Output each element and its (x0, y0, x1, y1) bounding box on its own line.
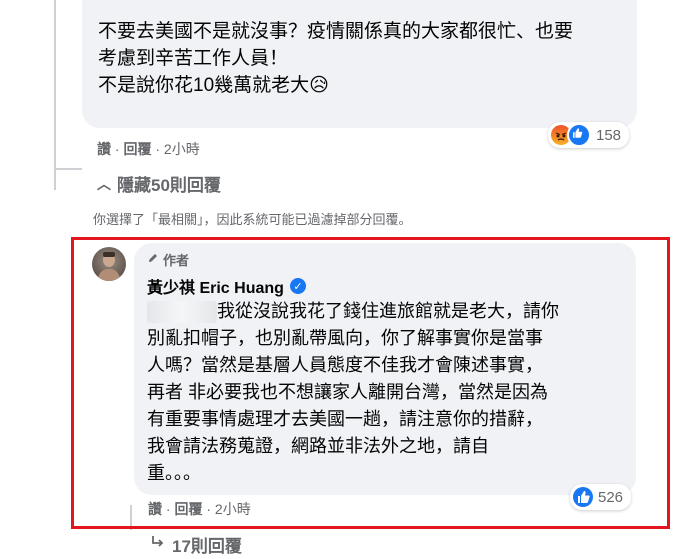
author-name-label: 黃少祺 Eric Huang (147, 280, 284, 297)
top-comment-text: 不是說你花10幾萬就老大 (98, 75, 310, 96)
thread-line-vertical (54, 0, 56, 190)
reply-text-line: 我會請法務蒐證，網路並非法外之地，請自 (147, 436, 489, 456)
reply-bubble: 作者 黃少祺 Eric Huang ✓ 我從沒說我花了錢住進旅館就是老大，請你 … (134, 243, 636, 495)
top-comment-text-line: 不要去美國不是就沒事？疫情關係真的大家都很忙、也要 (98, 21, 574, 42)
author-tag-label: 作者 (163, 253, 190, 268)
avatar[interactable] (92, 247, 126, 281)
pencil-icon (147, 252, 159, 267)
like-reaction-icon (567, 123, 591, 147)
author-name[interactable]: 黃少祺 Eric Huang ✓ (147, 274, 306, 298)
reply-text-line: 再者 非必要我也不想讓家人離開台灣，當然是因為 (147, 382, 548, 402)
top-comment-text-line: 不是說你花10幾萬就老大😥 (98, 72, 633, 99)
more-replies-label: 17則回覆 (172, 537, 242, 556)
timestamp[interactable]: 2小時 (215, 501, 251, 517)
redacted-mention (147, 301, 217, 324)
reply-text: 我從沒說我花了錢住進旅館就是老大，請你 (217, 301, 559, 321)
reaction-count: 158 (596, 126, 622, 144)
reply-actions: 讚 · 回覆 · 2小時 (148, 501, 251, 517)
like-reaction-icon (573, 487, 593, 507)
chevron-up-icon: ︿ (97, 175, 111, 192)
reply-text-line: 有重要事情處理才去美國一趟，請注意你的措辭， (147, 409, 543, 429)
reply-link[interactable]: 回覆 (174, 501, 202, 517)
top-comment-bubble: 不要去美國不是就沒事？疫情關係真的大家都很忙、也要 考慮到辛苦工作人員！ 不是說… (82, 0, 637, 128)
hide-replies-link[interactable]: ︿ 隱藏50則回覆 (97, 171, 221, 196)
reply-text-line: 別亂扣帽子，也別亂帶風向，你了解事實你是當事 (147, 328, 543, 348)
reply-text-line: 人嗎？當然是基層人員態度不佳我才會陳述事實， (147, 355, 543, 375)
reply-arrow-icon (150, 534, 166, 555)
verified-badge-icon: ✓ (289, 278, 306, 294)
like-link[interactable]: 讚 (148, 501, 162, 517)
thread-connector (54, 168, 82, 170)
more-replies-link[interactable]: 17則回覆 (150, 532, 242, 557)
author-tag: 作者 (147, 250, 189, 269)
reaction-count: 526 (598, 488, 624, 506)
filter-notice: 你選擇了「最相關」，因此系統可能已過濾掉部分回覆。 (93, 212, 412, 227)
reply-text-line: 我從沒說我花了錢住進旅館就是老大，請你 (147, 298, 627, 325)
top-comment-reactions[interactable]: 158 (548, 122, 630, 148)
reply-link[interactable]: 回覆 (123, 141, 151, 157)
sad-emoji-icon: 😥 (309, 75, 329, 96)
reply-text-line: 重。。。 (147, 463, 201, 483)
timestamp[interactable]: 2小時 (164, 141, 200, 157)
top-comment-text-line: 考慮到辛苦工作人員！ (98, 48, 289, 69)
like-link[interactable]: 讚 (97, 141, 111, 157)
hide-replies-label: 隱藏50則回覆 (117, 176, 221, 195)
top-comment-actions: 讚 · 回覆 · 2小時 (97, 141, 200, 157)
reply-reactions[interactable]: 526 (570, 484, 632, 510)
